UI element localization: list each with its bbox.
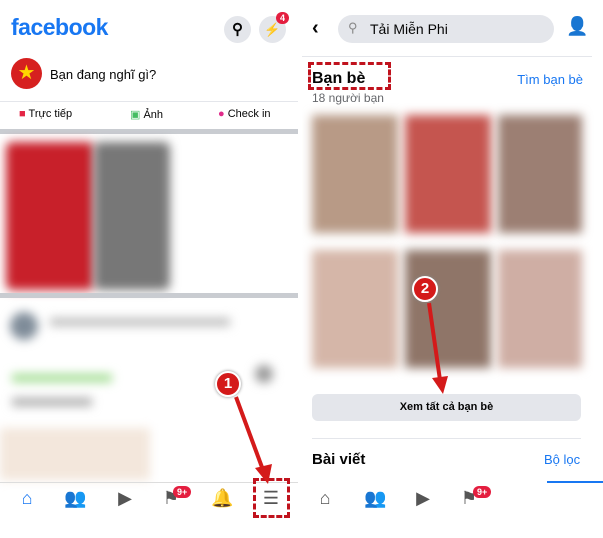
left-phone-screen: facebook ⚲ ⚡ 4 ★ Bạn đang nghĩ gì? ■ Trự… xyxy=(0,0,298,538)
home-icon[interactable]: ⌂ xyxy=(314,488,336,508)
right-phone-screen: ‹ ⚲ Tải Miễn Phi 👤 Bạn bè 18 người bạn T… xyxy=(302,0,603,538)
filter-link[interactable]: Bộ lọc xyxy=(544,452,580,467)
see-all-friends-button[interactable]: Xem tất cả bạn bè xyxy=(312,394,581,421)
step-badge-1: 1 xyxy=(215,371,241,397)
pages-badge: 9+ xyxy=(473,486,492,498)
arrow-annotation xyxy=(234,396,272,484)
posts-title: Bài viết xyxy=(312,451,366,468)
friends-icon[interactable]: 👥 xyxy=(364,488,386,508)
watch-icon[interactable]: ▶ xyxy=(412,488,434,508)
step-badge-2: 2 xyxy=(412,276,438,302)
